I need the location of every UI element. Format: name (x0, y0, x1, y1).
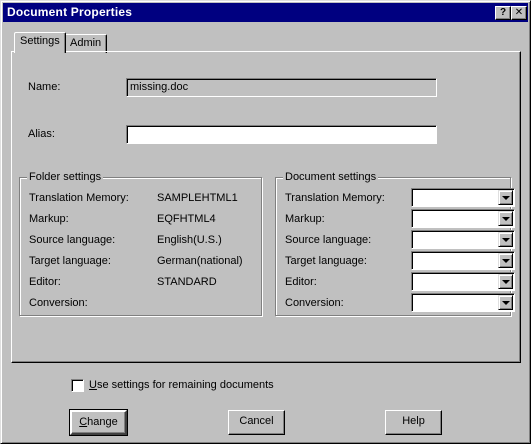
window-title: Document Properties (7, 5, 133, 19)
close-button[interactable]: ✕ (511, 6, 527, 20)
doc-source-language-combo[interactable] (411, 230, 515, 249)
doc-editor-combo[interactable] (411, 272, 515, 291)
chevron-down-icon[interactable] (498, 274, 513, 289)
doc-tm-combo[interactable] (411, 188, 515, 207)
use-remaining-mnemonic: U (89, 379, 97, 391)
folder-settings-group: Folder settings Translation Memory: SAMP… (19, 171, 262, 316)
help-title-button[interactable]: ? (495, 6, 511, 20)
doc-conversion-combo[interactable] (411, 293, 515, 312)
help-button[interactable]: Help (385, 410, 442, 435)
folder-source-language-value: English(U.S.) (157, 234, 222, 246)
doc-editor-label: Editor: (285, 276, 317, 288)
name-label: Name: (28, 81, 61, 93)
chevron-down-icon[interactable] (498, 295, 513, 310)
use-remaining-text: se settings for remaining documents (96, 379, 274, 391)
settings-tab-panel: Name: missing.doc Alias: Folder settings… (11, 51, 521, 363)
title-bar[interactable]: Document Properties ? ✕ (3, 3, 528, 22)
doc-markup-combo[interactable] (411, 209, 515, 228)
alias-input[interactable] (126, 125, 437, 144)
folder-tm-value: SAMPLEHTML1 (157, 192, 238, 204)
folder-markup-label: Markup: (29, 213, 69, 225)
use-remaining-label[interactable]: Use settings for remaining documents (89, 379, 274, 391)
folder-source-language-label: Source language: (29, 234, 116, 246)
chevron-down-icon[interactable] (498, 190, 513, 205)
chevron-down-icon[interactable] (498, 232, 513, 247)
folder-editor-label: Editor: (29, 276, 61, 288)
doc-conversion-label: Conversion: (285, 297, 344, 309)
folder-target-language-value: German(national) (157, 255, 243, 267)
folder-editor-value: STANDARD (157, 276, 217, 288)
folder-tm-label: Translation Memory: (29, 192, 129, 204)
folder-settings-title: Folder settings (27, 171, 104, 183)
doc-target-language-label: Target language: (285, 255, 367, 267)
doc-source-language-label: Source language: (285, 234, 372, 246)
change-mnemonic: C (79, 416, 88, 428)
document-settings-group: Document settings Translation Memory: Ma… (275, 171, 515, 316)
chevron-down-icon[interactable] (498, 211, 513, 226)
folder-markup-value: EQFHTML4 (157, 213, 216, 225)
change-text: hange (87, 416, 118, 428)
tab-settings[interactable]: Settings (14, 32, 66, 53)
cancel-button[interactable]: Cancel (228, 410, 285, 435)
alias-label: Alias: (28, 128, 55, 140)
change-button[interactable]: Change (69, 409, 128, 436)
doc-target-language-combo[interactable] (411, 251, 515, 270)
document-settings-title: Document settings (283, 171, 379, 183)
folder-conversion-label: Conversion: (29, 297, 88, 309)
chevron-down-icon[interactable] (498, 253, 513, 268)
use-remaining-checkbox[interactable] (71, 379, 84, 392)
name-field: missing.doc (126, 78, 437, 97)
document-properties-dialog: Document Properties ? ✕ Settings Admin N… (0, 0, 531, 444)
doc-markup-label: Markup: (285, 213, 325, 225)
doc-tm-label: Translation Memory: (285, 192, 385, 204)
folder-target-language-label: Target language: (29, 255, 111, 267)
